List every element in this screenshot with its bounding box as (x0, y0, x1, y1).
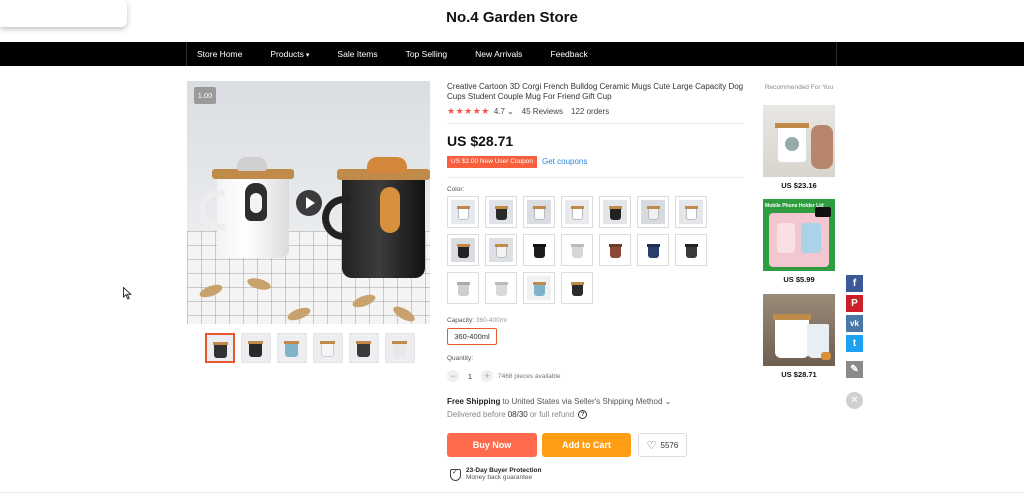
color-option[interactable] (599, 234, 631, 266)
nav-new-arrivals[interactable]: New Arrivals (475, 49, 522, 59)
heart-icon: ♡ (646, 439, 657, 452)
play-video-icon[interactable] (296, 190, 322, 216)
free-shipping-text: Free Shipping (447, 397, 501, 406)
product-price: US $28.71 (447, 133, 514, 149)
nav-products[interactable]: Products ▾ (270, 49, 309, 59)
delivered-before-text: Delivered before (447, 410, 506, 419)
thumbnail-6[interactable] (385, 333, 415, 363)
product-title: Creative Cartoon 3D Corgi French Bulldog… (447, 82, 744, 101)
capacity-selected-text: 360-400ml (475, 317, 507, 324)
quantity-label: Quantity: (447, 355, 474, 362)
color-option[interactable] (523, 234, 555, 266)
color-options (447, 196, 717, 304)
edit-icon[interactable]: ✎ (846, 361, 863, 378)
recommended-image[interactable] (763, 294, 835, 366)
color-label: Color: (447, 186, 465, 193)
color-option[interactable] (485, 272, 517, 304)
color-option[interactable] (637, 234, 669, 266)
twitter-share-icon[interactable]: t (846, 335, 863, 352)
reviews-link[interactable]: 45 Reviews (522, 107, 563, 116)
nav-feedback[interactable]: Feedback (550, 49, 587, 59)
protection-subtitle: Money back guarantee (466, 474, 533, 481)
zoom-badge: 1.00 (194, 87, 216, 104)
color-option[interactable] (485, 234, 517, 266)
divider (447, 177, 744, 178)
color-option[interactable] (675, 234, 707, 266)
divider (0, 492, 1024, 493)
quantity-input[interactable]: 1 (459, 372, 481, 381)
recommended-item[interactable]: US $23.16 (763, 105, 835, 190)
thumbnail-1[interactable] (205, 333, 235, 363)
thumbnail-2[interactable] (241, 333, 271, 363)
rating-row: ★★★★★ 4.7 ⌄ 45 Reviews 122 orders (447, 106, 609, 117)
thumbnail-strip (205, 333, 415, 363)
recommended-image[interactable]: Mobile Phone Holder Lid (763, 199, 835, 271)
divider (447, 123, 744, 124)
shipping-info[interactable]: Free Shipping to United States via Selle… (447, 397, 671, 406)
coupon-tag: US $2.00 New User Coupon (447, 156, 538, 168)
delivery-date: 08/30 (507, 410, 528, 419)
recommended-title: Recommended For You (764, 84, 834, 91)
vk-share-icon[interactable]: vk (846, 315, 863, 332)
recommended-item[interactable]: US $28.71 (763, 294, 835, 379)
stock-available: 7468 pieces available (498, 372, 561, 380)
get-coupons-link[interactable]: Get coupons (542, 157, 587, 166)
color-option[interactable] (599, 196, 631, 228)
color-option[interactable] (447, 196, 479, 228)
wishlist-button[interactable]: ♡ 5576 (638, 433, 687, 457)
thumbnail-5[interactable] (349, 333, 379, 363)
buyer-protection: 23-Day Buyer Protection Money back guara… (450, 467, 542, 481)
wishlist-count: 5576 (660, 440, 679, 450)
star-rating-icon: ★★★★★ (447, 106, 490, 116)
facebook-share-icon[interactable]: f (846, 275, 863, 292)
chevron-down-icon: ▾ (305, 52, 310, 59)
shipping-method-text: to United States via Seller's Shipping M… (500, 397, 672, 406)
product-main-image[interactable] (187, 81, 430, 324)
recommended-price: US $23.16 (781, 181, 817, 190)
buy-now-button[interactable]: Buy Now (447, 433, 537, 457)
color-option[interactable] (523, 272, 555, 304)
recommended-item[interactable]: Mobile Phone Holder Lid US $5.99 (763, 199, 835, 284)
rating-chevron-icon[interactable]: ⌄ (507, 107, 514, 116)
color-option[interactable] (447, 272, 479, 304)
capacity-label-text: Capacity: (447, 317, 475, 324)
shield-icon (450, 468, 461, 481)
nav-store-home[interactable]: Store Home (197, 49, 242, 59)
color-option[interactable] (637, 196, 669, 228)
orders-count: 122 orders (571, 107, 610, 116)
delivery-info: Delivered before 08/30 or full refund ? (447, 410, 588, 419)
color-option[interactable] (485, 196, 517, 228)
thumbnail-3[interactable] (277, 333, 307, 363)
store-title: No.4 Garden Store (446, 9, 578, 26)
mouse-cursor-icon (123, 286, 132, 303)
nav-top-selling[interactable]: Top Selling (406, 49, 448, 59)
recommended-price: US $28.71 (781, 370, 817, 379)
color-option[interactable] (561, 196, 593, 228)
capacity-label: Capacity: 360-400ml (447, 317, 507, 324)
color-option[interactable] (561, 272, 593, 304)
color-option[interactable] (447, 234, 479, 266)
protection-title: 23-Day Buyer Protection (466, 467, 542, 474)
pinterest-share-icon[interactable]: P (846, 295, 863, 312)
rating-value[interactable]: 4.7 (494, 107, 505, 116)
full-refund-text: or full refund (529, 410, 575, 419)
store-navbar: Store Home Products ▾ Sale Items Top Sell… (0, 42, 1024, 66)
add-to-cart-button[interactable]: Add to Cart (542, 433, 631, 457)
capacity-option-360-400ml[interactable]: 360-400ml (447, 328, 497, 345)
recommended-image[interactable] (763, 105, 835, 177)
nav-products-label: Products (270, 49, 304, 59)
recommended-price: US $5.99 (783, 275, 815, 284)
color-option[interactable] (675, 196, 707, 228)
nav-sale-items[interactable]: Sale Items (337, 49, 377, 59)
color-option[interactable] (561, 234, 593, 266)
quantity-stepper: − 1 + 7468 pieces available (447, 370, 561, 382)
quantity-increase-button[interactable]: + (481, 370, 493, 382)
color-option[interactable] (523, 196, 555, 228)
quantity-decrease-button[interactable]: − (447, 370, 459, 382)
help-icon[interactable]: ? (578, 410, 588, 419)
thumbnail-4[interactable] (313, 333, 343, 363)
close-icon[interactable]: ✕ (846, 392, 863, 409)
